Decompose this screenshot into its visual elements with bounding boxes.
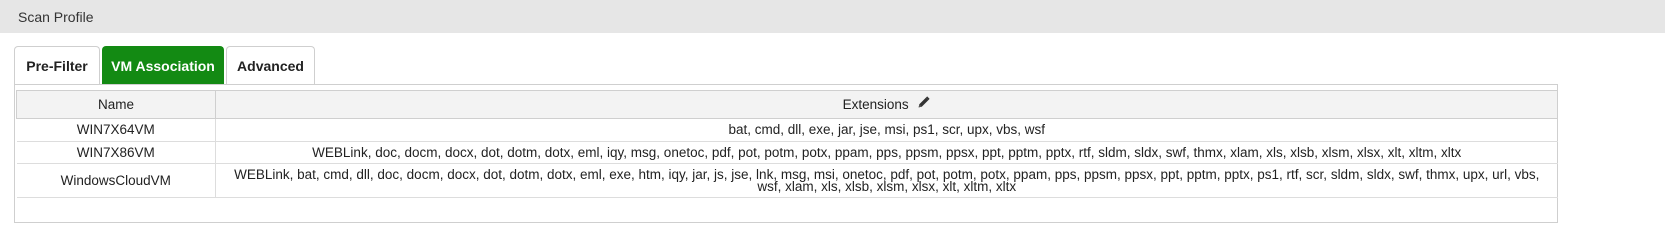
column-header-name: Name: [16, 90, 216, 119]
tab-advanced[interactable]: Advanced: [226, 46, 315, 84]
table-header-row: Name Extensions: [16, 90, 1558, 119]
vm-name-cell: WIN7X64VM: [16, 118, 216, 142]
pencil-icon[interactable]: [917, 96, 930, 112]
page-header: Scan Profile: [0, 0, 1665, 33]
table-row[interactable]: WindowsCloudVM WEBLink, bat, cmd, dll, d…: [16, 163, 1558, 198]
extensions-cell: bat, cmd, dll, exe, jar, jse, msi, ps1, …: [215, 118, 1558, 142]
extensions-cell: WEBLink, bat, cmd, dll, doc, docm, docx,…: [215, 163, 1558, 198]
table-row[interactable]: WIN7X64VM bat, cmd, dll, exe, jar, jse, …: [16, 118, 1558, 142]
column-header-name-label: Name: [97, 97, 134, 112]
table-row[interactable]: WIN7X86VM WEBLink, doc, docm, docx, dot,…: [16, 141, 1558, 164]
page-title: Scan Profile: [18, 8, 94, 25]
extensions-cell: WEBLink, doc, docm, docx, dot, dotm, dot…: [215, 141, 1558, 164]
vm-name-cell: WindowsCloudVM: [16, 163, 216, 198]
column-header-extensions: Extensions: [215, 90, 1558, 119]
vm-association-panel: Name Extensions WIN7X64VM bat, cmd, dll,…: [14, 84, 1558, 223]
tab-bar: Pre-Filter VM Association Advanced: [14, 46, 315, 84]
tab-vm-association[interactable]: VM Association: [102, 46, 224, 84]
column-header-extensions-label: Extensions: [842, 97, 909, 112]
vm-name-cell: WIN7X86VM: [16, 141, 216, 164]
tab-pre-filter[interactable]: Pre-Filter: [14, 46, 100, 84]
vm-association-table: Name Extensions WIN7X64VM bat, cmd, dll,…: [16, 90, 1558, 198]
